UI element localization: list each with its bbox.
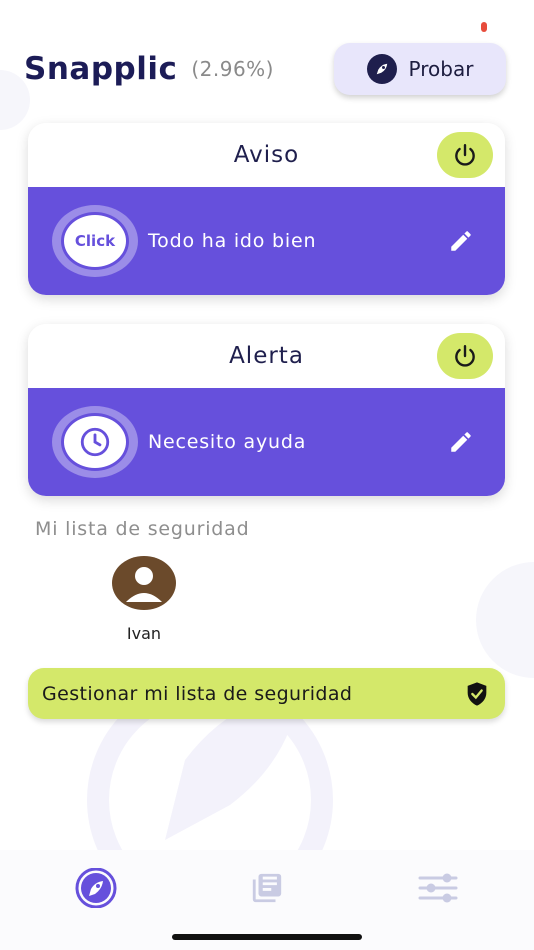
rocket-icon <box>75 868 117 908</box>
home-indicator <box>172 934 362 940</box>
power-button[interactable] <box>437 132 493 178</box>
nav-news[interactable] <box>237 860 297 916</box>
card-message: Todo ha ido bien <box>148 230 317 252</box>
news-icon <box>252 873 282 903</box>
click-label: Click <box>74 232 116 250</box>
manage-safety-list-label: Gestionar mi lista de seguridad <box>42 682 353 705</box>
settings-sliders-icon <box>418 873 458 903</box>
completion-percent: (2.96%) <box>191 57 274 81</box>
shield-check-icon <box>467 681 487 706</box>
nav-home[interactable] <box>66 860 126 916</box>
clock-badge <box>52 406 138 478</box>
try-button[interactable]: Probar <box>334 43 506 95</box>
try-button-label: Probar <box>408 57 474 81</box>
nav-settings[interactable] <box>408 860 468 916</box>
manage-safety-list-button[interactable]: Gestionar mi lista de seguridad <box>28 668 505 719</box>
card-header: Aviso <box>28 123 505 187</box>
pencil-icon <box>451 432 471 452</box>
card-body[interactable]: Click Todo ha ido bien <box>28 187 505 295</box>
edit-button[interactable] <box>441 422 481 462</box>
contact-item[interactable]: Ivan <box>108 556 180 643</box>
app-header: Snapplic (2.96%) Probar <box>24 43 506 95</box>
edit-button[interactable] <box>441 221 481 261</box>
card-message: Necesito ayuda <box>148 431 307 453</box>
app-title: Snapplic <box>24 51 178 87</box>
aviso-card: Aviso Click Todo ha ido bien <box>28 123 505 295</box>
bottom-nav <box>0 850 534 950</box>
rocket-icon <box>366 54 397 84</box>
person-icon <box>126 567 162 602</box>
contact-name: Ivan <box>126 624 162 643</box>
safety-list-label: Mi lista de seguridad <box>35 518 250 540</box>
power-button[interactable] <box>437 333 493 379</box>
card-title: Aviso <box>233 142 300 168</box>
card-body[interactable]: Necesito ayuda <box>28 388 505 496</box>
pencil-icon <box>451 231 471 251</box>
alerta-card: Alerta Necesito ayuda <box>28 324 505 496</box>
clock-icon <box>80 427 110 457</box>
card-title: Alerta <box>229 343 304 369</box>
power-icon <box>455 144 475 166</box>
card-header: Alerta <box>28 324 505 388</box>
status-indicator <box>481 22 487 32</box>
power-icon <box>455 345 475 367</box>
avatar <box>112 556 176 610</box>
click-badge: Click <box>52 205 138 277</box>
